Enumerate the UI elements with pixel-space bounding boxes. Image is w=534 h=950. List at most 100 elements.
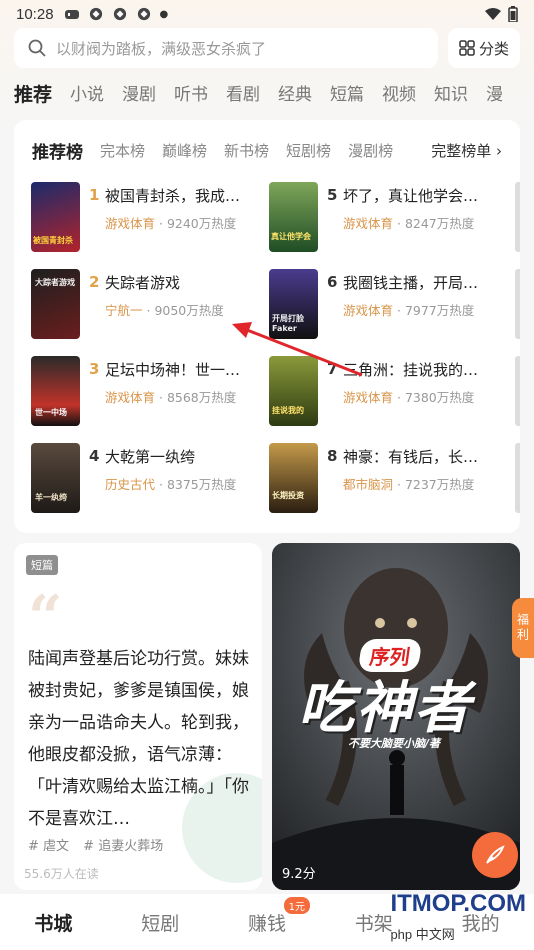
ranked-book[interactable]: 挂说我的 7 三角洲：挂说我的… 游戏体育 · 7380万热度 — [269, 356, 499, 426]
rank-number: 7 — [327, 360, 338, 378]
nav-short-drama[interactable]: 短剧 — [107, 909, 214, 936]
book-genre: 游戏体育 — [343, 390, 394, 405]
channel-tabs: 推荐 小说 漫剧 听书 看剧 经典 短篇 视频 知识 漫 — [14, 80, 521, 110]
ranked-book[interactable]: 真让他学会 5 坏了，真让他学会… 游戏体育 · 8247万热度 — [269, 182, 499, 252]
rank-tab-short-drama[interactable]: 短剧榜 — [286, 140, 331, 161]
ranked-book[interactable]: 开局打脸 Faker 6 我圈钱主播，开局… 游戏体育 · 7977万热度 — [269, 269, 499, 339]
tab-comic-drama[interactable]: 漫剧 — [122, 80, 156, 110]
ranking-card: 推荐榜 完本榜 巅峰榜 新书榜 短剧榜 漫剧榜 完整榜单 › 被国青封杀 1 被… — [14, 120, 520, 533]
book-genre: 游戏体育 — [343, 303, 394, 318]
rank-tab-peak[interactable]: 巅峰榜 — [162, 140, 207, 161]
ranked-book[interactable]: 羊一纨绔 4 大乾第一纨绔 历史古代 · 8375万热度 — [31, 443, 261, 513]
rank-number: 8 — [327, 447, 338, 465]
tab-recommend[interactable]: 推荐 — [14, 80, 52, 110]
poster-title: 吃神者 — [298, 676, 472, 741]
book-genre: 游戏体育 — [105, 390, 156, 405]
book-title: 神豪：有钱后，长… — [343, 448, 479, 466]
tab-short-story[interactable]: 短篇 — [330, 80, 364, 110]
ranked-book[interactable]: 世一中场 3 足坛中场神！世一… 游戏体育 · 8568万热度 — [31, 356, 261, 426]
tab-video[interactable]: 视频 — [382, 80, 416, 110]
search-icon — [28, 39, 46, 57]
book-cover: 大踪者游戏 — [31, 269, 80, 339]
rank-number: 5 — [327, 186, 338, 204]
ranked-book[interactable]: 长期投资 8 神豪：有钱后，长… 都市脑洞 · 7237万热度 — [269, 443, 499, 513]
rank-tab-recommend[interactable]: 推荐榜 — [32, 138, 83, 163]
ranked-book[interactable]: 被国青封杀 1 被国青封杀，我成… 游戏体育 · 9240万热度 — [31, 182, 261, 252]
watermark-main: ITMOP.COM — [390, 890, 526, 917]
book-title: 我圈钱主播，开局… — [343, 274, 479, 292]
rank-tab-completed[interactable]: 完本榜 — [100, 140, 145, 161]
story-tag[interactable]: # 虐文 — [28, 839, 69, 854]
tab-novel[interactable]: 小说 — [70, 80, 104, 110]
tab-knowledge[interactable]: 知识 — [434, 80, 468, 110]
rank-number: 6 — [327, 273, 338, 291]
book-genre: 游戏体育 — [343, 216, 394, 231]
category-button[interactable]: 分类 — [448, 28, 520, 68]
wifi-icon — [485, 8, 501, 20]
book-title: 大乾第一纨绔 — [105, 448, 196, 466]
cover-text: 开局打脸 Faker — [272, 314, 304, 333]
book-heat: · 8247万热度 — [397, 216, 475, 231]
book-cover: 开局打脸 Faker — [269, 269, 318, 339]
nav-earn[interactable]: 赚钱 1元 — [214, 896, 321, 936]
book-heat: · 9050万热度 — [146, 303, 224, 318]
cover-text: 大踪者游戏 — [35, 278, 75, 287]
book-heat: · 7977万热度 — [397, 303, 475, 318]
book-heat: · 9240万热度 — [159, 216, 237, 231]
cover-text: 挂说我的 — [272, 406, 304, 415]
book-cover: 真让他学会 — [269, 182, 318, 252]
watermark: ITMOP.COM php 中文网 — [390, 890, 526, 946]
book-meta: 都市脑洞 · 7237万热度 — [343, 474, 474, 493]
nav-bookstore[interactable]: 书城 — [0, 909, 107, 936]
book-genre: 都市脑洞 — [343, 477, 394, 492]
book-cover: 长期投资 — [269, 443, 318, 513]
poster-author: 不要大脑要小脑/著 — [348, 737, 441, 750]
more-notifications-dot: ● — [159, 8, 169, 20]
short-story-badge: 短篇 — [26, 555, 58, 575]
earn-badge: 1元 — [283, 896, 310, 914]
book-cover: 世一中场 — [31, 356, 80, 426]
book-meta: 游戏体育 · 9240万热度 — [105, 213, 236, 232]
ranked-book[interactable]: 大踪者游戏 2 失踪者游戏 宁航一 · 9050万热度 — [31, 269, 261, 339]
full-ranking-link[interactable]: 完整榜单 › — [431, 140, 502, 161]
book-cover: 羊一纨绔 — [31, 443, 80, 513]
book-title: 被国青封杀，我成… — [105, 187, 241, 205]
tab-classic[interactable]: 经典 — [278, 80, 312, 110]
welfare-button[interactable]: 福利 — [512, 598, 534, 658]
featured-book-poster[interactable]: 序列 吃神者 不要大脑要小脑/著 9.2分 — [272, 543, 520, 890]
book-title: 足坛中场神！世一… — [105, 361, 241, 379]
gamepad-icon — [64, 10, 79, 19]
book-heat: · 8375万热度 — [159, 477, 237, 492]
rank-tab-comic-drama[interactable]: 漫剧榜 — [348, 140, 393, 161]
book-heat: · 7237万热度 — [397, 477, 475, 492]
rank-tabs: 推荐榜 完本榜 巅峰榜 新书榜 短剧榜 漫剧榜 完整榜单 › — [32, 138, 502, 163]
search-input[interactable]: 以财阀为踏板，满级恶女杀疯了 — [14, 28, 438, 68]
watermark-sub: php 中文网 — [390, 927, 455, 942]
rank-number: 4 — [89, 447, 100, 465]
quill-icon — [486, 845, 505, 864]
tab-comic[interactable]: 漫 — [486, 80, 503, 110]
story-tag[interactable]: # 追妻火葬场 — [83, 839, 163, 854]
grid-icon — [459, 40, 475, 56]
app-notification-icon — [137, 7, 150, 21]
write-fab-button[interactable] — [472, 832, 518, 878]
book-title: 三角洲：挂说我的… — [343, 361, 479, 379]
next-column-peek — [515, 269, 520, 339]
book-heat: · 8568万热度 — [159, 390, 237, 405]
book-genre: 历史古代 — [105, 477, 156, 492]
next-column-peek — [515, 182, 520, 252]
rank-number: 3 — [89, 360, 100, 378]
next-column-peek — [515, 443, 520, 513]
tab-audiobook[interactable]: 听书 — [174, 80, 208, 110]
cover-text: 被国青封杀 — [33, 236, 73, 245]
rank-number: 2 — [89, 273, 100, 291]
book-meta: 宁航一 · 9050万热度 — [105, 300, 224, 319]
book-title: 失踪者游戏 — [105, 274, 181, 292]
tab-drama[interactable]: 看剧 — [226, 80, 260, 110]
short-story-card[interactable]: 短篇 “ 陆闻声登基后论功行赏。妹妹被封贵妃，爹爹是镇国侯，娘亲为一品诰命夫人。… — [14, 543, 262, 890]
nav-earn-label: 赚钱 — [247, 912, 286, 935]
cover-text: 长期投资 — [272, 491, 304, 500]
search-placeholder: 以财阀为踏板，满级恶女杀疯了 — [56, 39, 267, 58]
rank-tab-new[interactable]: 新书榜 — [224, 140, 269, 161]
book-meta: 游戏体育 · 7380万热度 — [343, 387, 474, 406]
